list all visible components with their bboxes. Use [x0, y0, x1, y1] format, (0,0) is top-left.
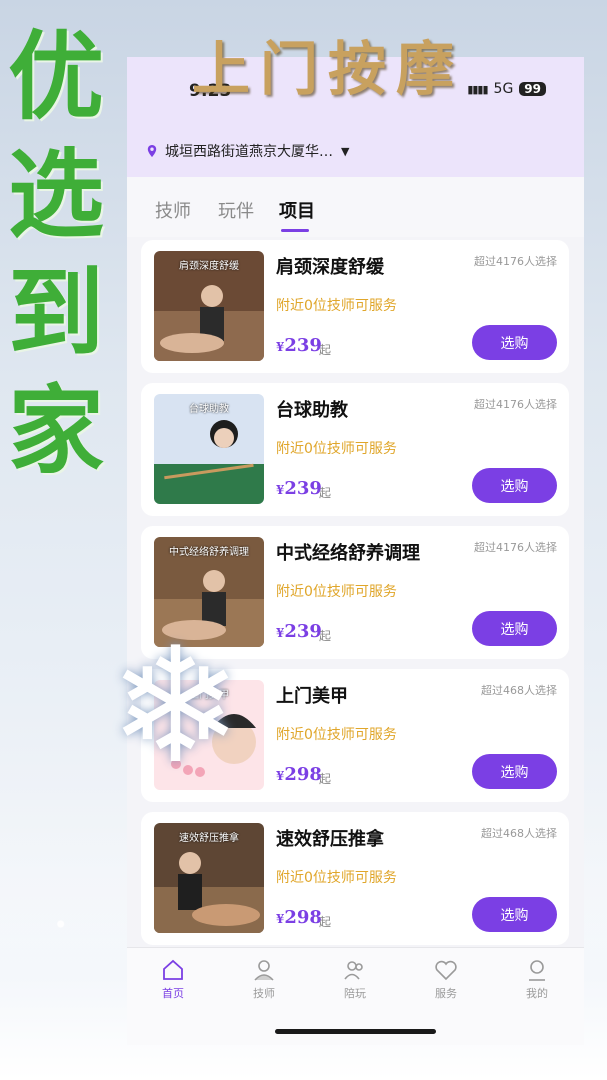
availability-text: 附近0位技师可服务	[276, 298, 397, 314]
thumbnail-caption: 台球助教	[189, 404, 229, 415]
nav-label: 陪玩	[344, 987, 366, 1000]
location-selector[interactable]: 城垣西路街道燕京大厦华… ▼	[145, 141, 349, 161]
price-value: 239	[284, 478, 322, 499]
nav-label: 首页	[162, 987, 184, 1000]
home-icon	[163, 959, 183, 980]
active-tab-indicator	[281, 229, 309, 232]
thumbnail-caption: 中式经络舒养调理	[169, 547, 249, 558]
snowflake-icon: ❄	[108, 612, 243, 799]
dropdown-caret-icon: ▼	[341, 144, 350, 158]
nav-profile[interactable]: 我的	[507, 958, 567, 1001]
buy-button[interactable]: 选购	[472, 468, 557, 503]
buy-button[interactable]: 选购	[472, 611, 557, 646]
popularity-text: 超过4176人选择	[474, 541, 557, 554]
nav-label: 我的	[526, 987, 548, 1000]
service-title: 上门美甲	[276, 686, 348, 707]
buy-button[interactable]: 选购	[472, 325, 557, 360]
price-value: 298	[284, 907, 322, 928]
tab-technician[interactable]: 技师	[155, 197, 191, 223]
price: ¥298	[276, 764, 322, 785]
category-tabs: 技师 玩伴 项目	[127, 177, 584, 237]
nav-label: 技师	[253, 987, 275, 1000]
tab-companion[interactable]: 玩伴	[218, 197, 254, 223]
network-label: 5G	[493, 81, 514, 97]
price-value: 239	[284, 621, 322, 642]
tab-projects[interactable]: 项目	[279, 197, 315, 223]
profile-icon	[529, 960, 545, 981]
thumbnail-caption: 肩颈深度舒缓	[179, 261, 239, 272]
nav-technician[interactable]: 技师	[234, 958, 294, 1001]
technician-icon	[254, 960, 274, 981]
price-unit: 起	[319, 629, 332, 643]
price-unit: 起	[319, 772, 332, 786]
phone-screen: 9:23 ▮▮▮▮ 5G 99 城垣西路街道燕京大厦华… ▼ 技师 玩伴 项目 …	[127, 57, 584, 1045]
companion-icon	[344, 961, 363, 980]
service-card[interactable]: 速效舒压推拿 速效舒压推拿 超过468人选择 附近0位技师可服务 ¥298 起 …	[141, 812, 569, 945]
service-thumbnail: 肩颈深度舒缓	[154, 251, 264, 361]
availability-text: 附近0位技师可服务	[276, 441, 397, 457]
service-title: 台球助教	[276, 400, 348, 421]
service-thumbnail: 台球助教	[154, 394, 264, 504]
slogan-char: 优	[8, 20, 104, 133]
popularity-text: 超过468人选择	[481, 684, 557, 697]
buy-button[interactable]: 选购	[472, 754, 557, 789]
nav-home[interactable]: 首页	[143, 958, 203, 1001]
overlay-vertical-slogan: 优 选 到 家	[8, 18, 148, 490]
nav-companion[interactable]: 陪玩	[325, 958, 385, 1001]
service-card[interactable]: 肩颈深度舒缓 肩颈深度舒缓 超过4176人选择 附近0位技师可服务 ¥239 起…	[141, 240, 569, 373]
popularity-text: 超过4176人选择	[474, 398, 557, 411]
signal-icon: ▮▮▮▮	[467, 82, 488, 96]
availability-text: 附近0位技师可服务	[276, 584, 397, 600]
nav-label: 服务	[435, 987, 457, 1000]
popularity-text: 超过468人选择	[481, 827, 557, 840]
slogan-char: 家	[8, 374, 104, 487]
service-thumbnail: 速效舒压推拿	[154, 823, 264, 933]
price: ¥298	[276, 907, 322, 928]
buy-button[interactable]: 选购	[472, 897, 557, 932]
service-card[interactable]: 台球助教 台球助教 超过4176人选择 附近0位技师可服务 ¥239 起 选购	[141, 383, 569, 516]
location-text: 城垣西路街道燕京大厦华…	[165, 144, 333, 160]
nav-service[interactable]: 服务	[416, 958, 476, 1001]
battery-badge: 99	[519, 82, 546, 96]
price: ¥239	[276, 478, 322, 499]
price: ¥239	[276, 335, 322, 356]
price-unit: 起	[319, 343, 332, 357]
price: ¥239	[276, 621, 322, 642]
availability-text: 附近0位技师可服务	[276, 870, 397, 886]
price-unit: 起	[319, 486, 332, 500]
availability-text: 附近0位技师可服务	[276, 727, 397, 743]
slogan-char: 选	[8, 138, 104, 251]
service-title: 中式经络舒养调理	[276, 543, 420, 564]
slogan-char: 到	[8, 256, 104, 369]
thumbnail-caption: 速效舒压推拿	[179, 833, 239, 844]
overlay-title: 上门按摩	[192, 35, 465, 103]
price-value: 239	[284, 335, 322, 356]
service-title: 速效舒压推拿	[276, 829, 384, 850]
price-value: 298	[284, 764, 322, 785]
home-indicator	[275, 1029, 436, 1034]
popularity-text: 超过4176人选择	[474, 255, 557, 268]
heart-icon	[435, 960, 457, 981]
service-title: 肩颈深度舒缓	[276, 257, 384, 278]
status-indicators: ▮▮▮▮ 5G 99	[467, 81, 546, 97]
price-unit: 起	[319, 915, 332, 929]
